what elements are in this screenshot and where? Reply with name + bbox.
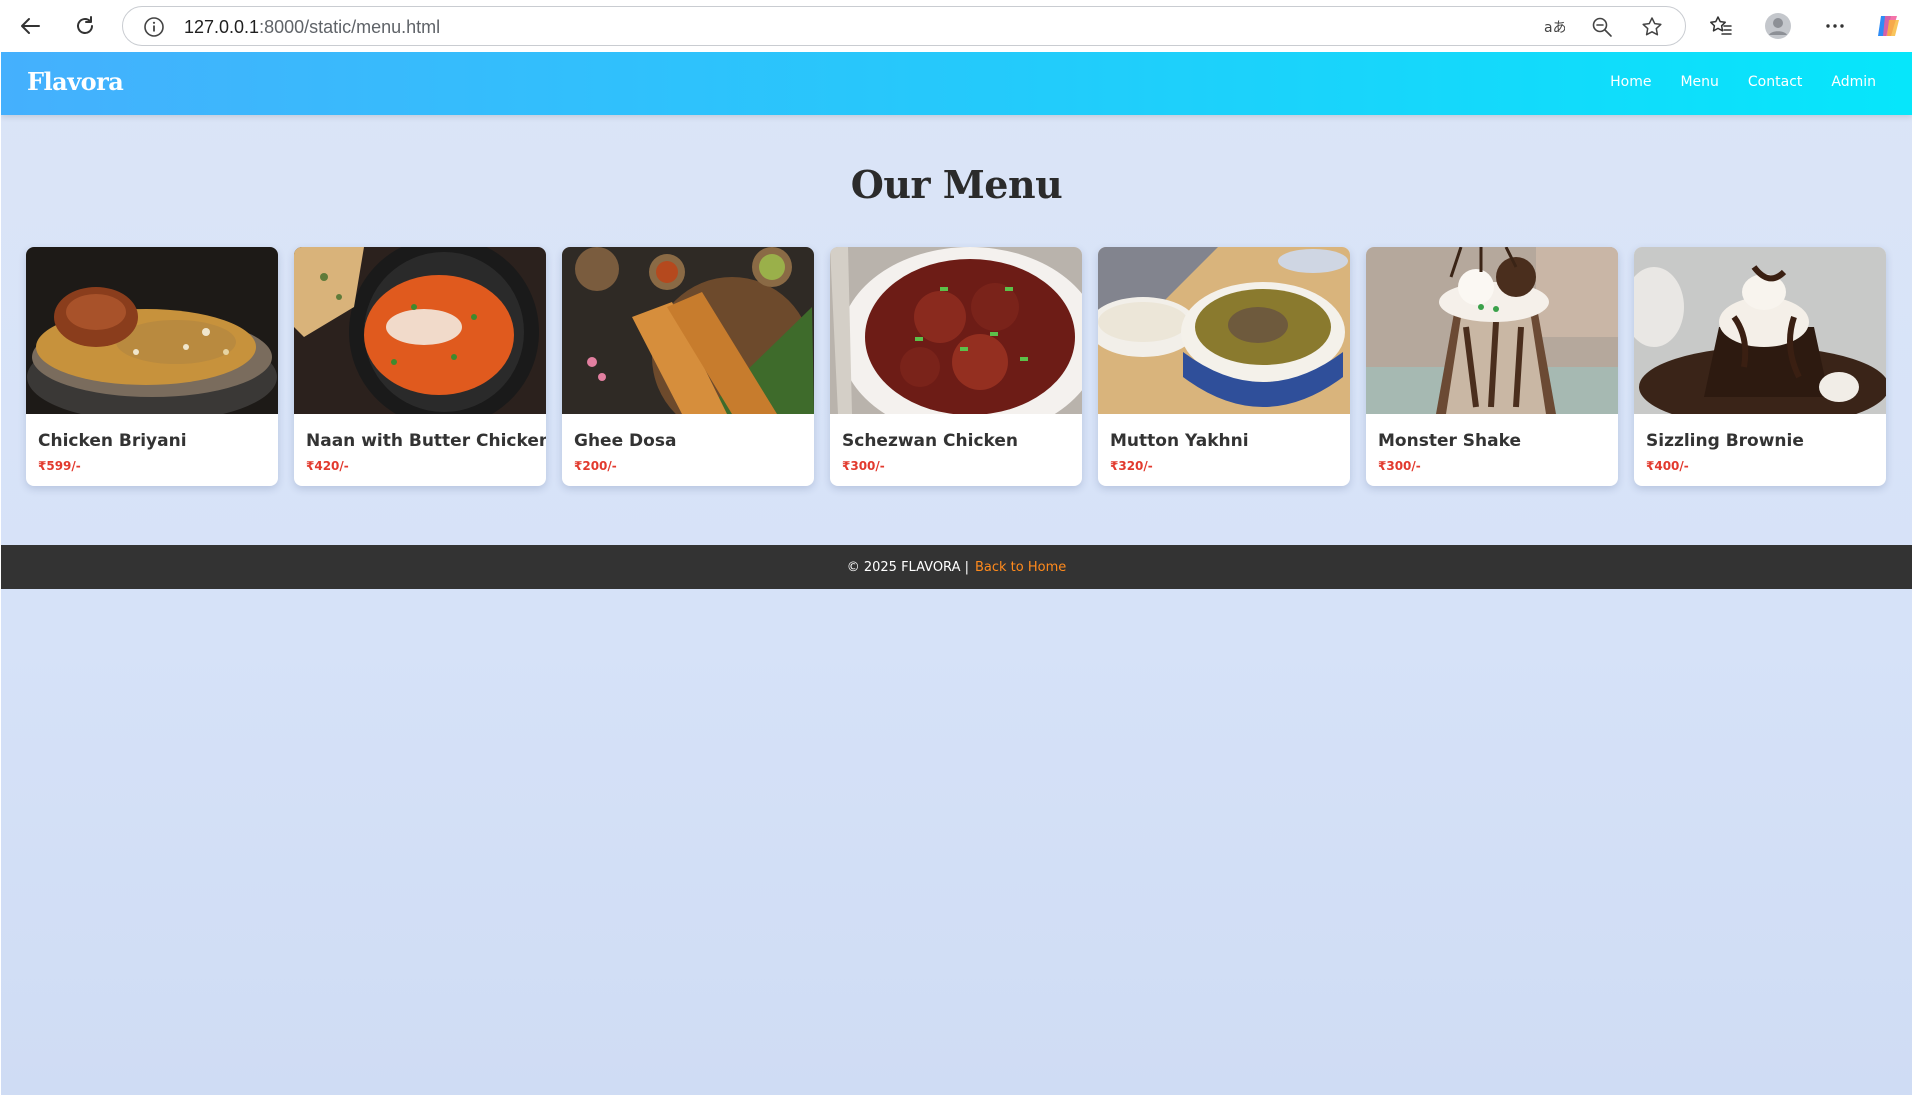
reload-button[interactable] [67,8,103,44]
menu-card[interactable]: Monster Shake ₹300/- [1366,247,1618,486]
nav-admin[interactable]: Admin [1831,74,1876,90]
svg-text:aあ: aあ [1544,20,1565,36]
back-to-home-link[interactable]: Back to Home [975,560,1066,575]
menu-item-name: Naan with Butter Chicken [306,431,546,451]
sizzling-brownie-image [1634,247,1886,414]
nav-menu[interactable]: Menu [1680,74,1718,90]
menu-item-name: Monster Shake [1378,431,1521,451]
monster-shake-image [1366,247,1618,414]
menu-card[interactable]: Ghee Dosa ₹200/- [562,247,814,486]
site-header: Flavora Home Menu Contact Admin [1,52,1912,115]
menu-card[interactable]: Chicken Briyani ₹599/- [26,247,278,486]
chicken-briyani-image [26,247,278,414]
url-host: 127.0.0.1 [184,17,260,37]
footer-copyright: © 2025 FLAVORA | [846,559,969,575]
main-nav: Home Menu Contact Admin [1581,74,1876,90]
page-title: Our Menu [850,162,1063,207]
menu-item-price: ₹400/- [1646,459,1689,473]
brand-logo[interactable]: Flavora [27,67,124,96]
menu-card[interactable]: Sizzling Brownie ₹400/- [1634,247,1886,486]
back-button[interactable] [12,8,48,44]
schezwan-chicken-image [830,247,1082,414]
menu-item-price: ₹320/- [1110,459,1153,473]
menu-item-price: ₹300/- [1378,459,1421,473]
menu-item-price: ₹300/- [842,459,885,473]
menu-card[interactable]: Mutton Yakhni ₹320/- [1098,247,1350,486]
menu-card[interactable]: Naan with Butter Chicken ₹420/- [294,247,546,486]
copilot-icon[interactable] [1874,12,1902,40]
url-text[interactable]: 127.0.0.1:8000/static/menu.html [184,17,440,38]
menu-card[interactable]: Schezwan Chicken ₹300/- [830,247,1082,486]
menu-card-list: Chicken Briyani ₹599/- Naan with Butter … [26,247,1886,486]
naan-butter-chicken-image [294,247,546,414]
nav-home[interactable]: Home [1610,74,1651,90]
zoom-out-icon[interactable] [1591,16,1613,38]
mutton-yakhni-image [1098,247,1350,414]
menu-item-price: ₹420/- [306,459,349,473]
favorite-star-icon[interactable] [1641,16,1663,38]
more-options-icon[interactable] [1821,12,1849,40]
url-path: :8000/static/menu.html [259,17,441,37]
menu-item-name: Schezwan Chicken [842,431,1019,451]
translate-icon[interactable]: aあ [1543,16,1565,38]
menu-item-price: ₹599/- [38,459,81,473]
menu-item-price: ₹200/- [574,459,617,473]
menu-item-name: Ghee Dosa [574,431,677,451]
menu-item-name: Chicken Briyani [38,431,187,451]
favorites-icon[interactable] [1707,12,1735,40]
nav-contact[interactable]: Contact [1748,74,1802,90]
menu-item-name: Sizzling Brownie [1646,431,1804,451]
page-viewport: Flavora Home Menu Contact Admin Our Menu… [1,52,1912,1095]
menu-item-name: Mutton Yakhni [1110,431,1249,451]
site-footer: © 2025 FLAVORA | Back to Home [1,545,1912,589]
profile-avatar-icon[interactable] [1764,12,1792,40]
back-arrow-icon [21,18,40,34]
address-bar[interactable]: 127.0.0.1:8000/static/menu.html aあ [122,6,1686,46]
reload-icon [77,16,93,34]
site-info-icon[interactable] [143,16,165,43]
browser-toolbar: 127.0.0.1:8000/static/menu.html aあ [0,0,1915,52]
ghee-dosa-image [562,247,814,414]
